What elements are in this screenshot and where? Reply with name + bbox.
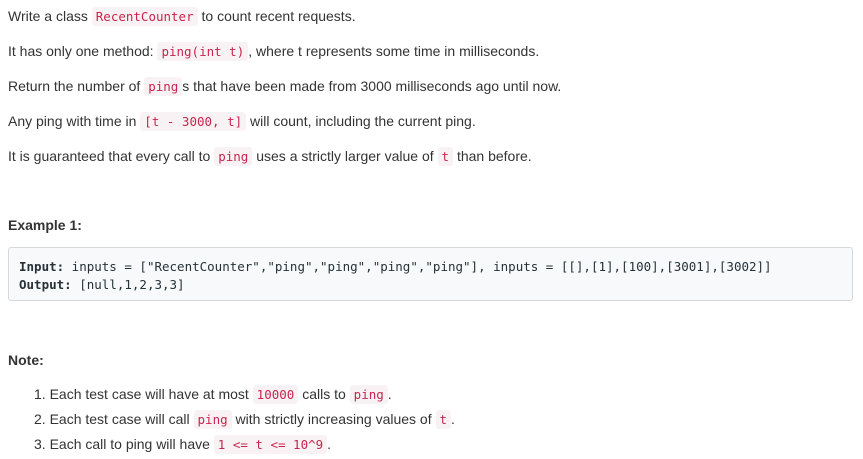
- inline-code-ping: ping: [144, 77, 183, 96]
- note-item-1: 1. Each test case will have at most 1000…: [34, 384, 392, 405]
- text: with strictly increasing values of: [231, 411, 436, 427]
- text: than before.: [453, 148, 532, 164]
- paragraph-method: It has only one method: ping(int t), whe…: [8, 41, 539, 62]
- list-number: 1.: [34, 386, 46, 402]
- inline-code-ping: ping: [214, 147, 253, 166]
- text: uses a strictly larger value of: [252, 148, 438, 164]
- text: Each test case will call: [45, 411, 194, 427]
- inline-code-t: t: [437, 147, 454, 166]
- input-label: Input:: [19, 259, 65, 274]
- text: .: [387, 386, 392, 402]
- text: Any ping with time in: [8, 113, 141, 129]
- inline-code-t: t: [435, 410, 452, 429]
- text: will count, including the current ping.: [246, 113, 476, 129]
- text: Each test case will have at most: [45, 386, 253, 402]
- text: to count recent requests.: [197, 8, 356, 24]
- text: It has only one method:: [8, 43, 158, 59]
- text: .: [451, 411, 455, 427]
- text: .: [327, 436, 332, 452]
- inline-code-ping: ping: [349, 385, 388, 404]
- example-heading: Example 1:: [8, 217, 82, 233]
- input-value: inputs = ["RecentCounter","ping","ping",…: [64, 259, 772, 274]
- note-item-3: 3. Each call to ping will have 1 <= t <=…: [34, 434, 331, 455]
- inline-code-method: ping(int t): [157, 42, 249, 61]
- paragraph-guarantee: It is guaranteed that every call to ping…: [8, 146, 532, 167]
- list-number: 3.: [34, 436, 46, 452]
- text: It is guaranteed that every call to: [8, 148, 215, 164]
- text: s that have been made from 3000 millisec…: [182, 78, 562, 94]
- output-label: Output:: [19, 277, 72, 292]
- text: Write a class: [8, 8, 92, 24]
- text: , where t represents some time in millis…: [248, 43, 540, 59]
- example-code-block: Input: inputs = ["RecentCounter","ping",…: [8, 247, 853, 301]
- note-heading: Note:: [8, 352, 44, 368]
- inline-code-ping: ping: [193, 410, 232, 429]
- list-number: 2.: [34, 411, 46, 427]
- inline-code-10000: 10000: [252, 385, 299, 404]
- paragraph-range: Any ping with time in [t - 3000, t] will…: [8, 111, 476, 132]
- example-input-line: Input: inputs = ["RecentCounter","ping",…: [19, 258, 842, 276]
- text: Return the number of: [8, 78, 145, 94]
- text: Each call to ping will have: [45, 436, 214, 452]
- inline-code-bounds: 1 <= t <= 10^9: [213, 435, 328, 454]
- inline-code-range: [t - 3000, t]: [140, 112, 247, 131]
- paragraph-return: Return the number of ping s that have bee…: [8, 76, 561, 97]
- note-item-2: 2. Each test case will call ping with st…: [34, 409, 455, 430]
- text: calls to: [298, 386, 350, 402]
- example-output-line: Output: [null,1,2,3,3]: [19, 276, 842, 294]
- inline-code-class-name: RecentCounter: [91, 7, 198, 26]
- output-value: [null,1,2,3,3]: [71, 277, 185, 292]
- paragraph-class-intro: Write a class RecentCounter to count rec…: [8, 6, 356, 27]
